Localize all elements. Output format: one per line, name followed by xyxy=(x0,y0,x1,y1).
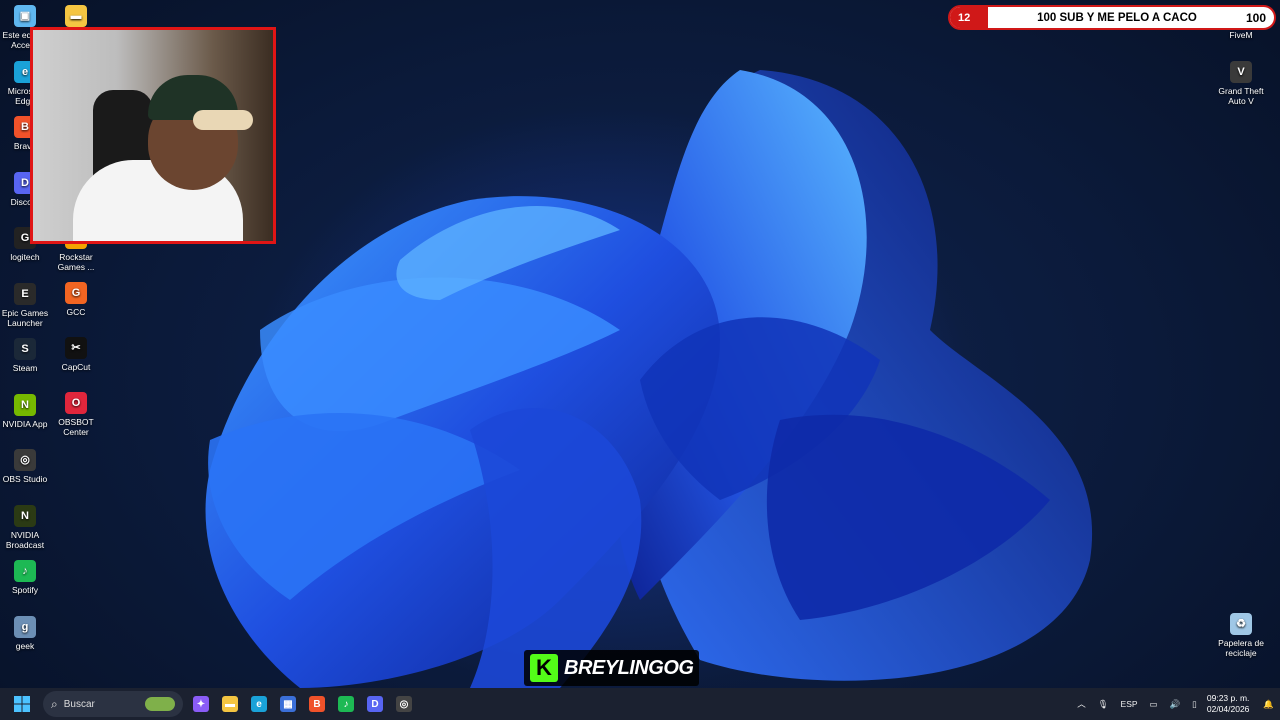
taskbar-app-store[interactable]: ▦ xyxy=(274,690,302,718)
desktop-icon-nvidia-app[interactable]: N NVIDIA App xyxy=(0,393,51,429)
windows-icon xyxy=(14,696,30,712)
desktop-icon-label: FiveM xyxy=(1229,30,1253,40)
epic-games-icon: E xyxy=(14,282,36,305)
sub-goal-bar: 12 100 SUB Y ME PELO A CACO 100 xyxy=(948,5,1276,30)
file-explorer-icon: ▬ xyxy=(222,696,238,712)
desktop-icon-obs-studio[interactable]: ◎ OBS Studio xyxy=(0,449,51,484)
desktop-icon-label: Rockstar Games ... xyxy=(57,252,95,272)
kick-logo-icon: K xyxy=(530,654,558,682)
obs-icon: ◎ xyxy=(396,696,412,712)
desktop-icon-label: GCC xyxy=(66,307,86,317)
notification-icon[interactable]: 🔔 xyxy=(1263,699,1274,710)
desktop-icon-label: Spotify xyxy=(12,585,38,595)
desktop-icon-gta-v[interactable]: V Grand Theft Auto V xyxy=(1215,61,1267,106)
search-icon: ⌕ xyxy=(51,696,58,711)
desktop-icon-gcc[interactable]: G GCC xyxy=(50,282,102,317)
taskbar-app-discord[interactable]: D xyxy=(361,690,389,718)
desktop-icon-label: Papelera de reciclaje xyxy=(1218,638,1264,658)
volume-icon[interactable]: 🔊 xyxy=(1170,699,1181,710)
webcam-overlay xyxy=(30,27,276,244)
geek-icon: g xyxy=(14,615,36,638)
streamer-name: BREYLINGOG xyxy=(564,656,694,679)
desktop-icon-epic-games[interactable]: E Epic Games Launcher xyxy=(0,282,51,328)
sub-goal-target: 100 xyxy=(1245,10,1266,25)
recycle-bin-icon: ♻ xyxy=(1230,613,1252,635)
desktop-icon-spotify[interactable]: ♪ Spotify xyxy=(0,560,51,595)
obs-studio-icon: ◎ xyxy=(14,449,36,471)
nvidia-broadcast-icon: N xyxy=(14,504,36,527)
desktop-icon-label: Steam xyxy=(12,363,38,373)
gcc-icon: G xyxy=(65,282,87,304)
spotify-icon: ♪ xyxy=(338,696,354,712)
desktop-icon-label: Epic Games Launcher xyxy=(1,307,49,328)
taskbar-app-edge[interactable]: e xyxy=(245,690,273,718)
network-icon[interactable]: ▭ xyxy=(1150,699,1158,710)
start-button[interactable] xyxy=(8,690,36,718)
microphone-icon[interactable]: 🎙 xyxy=(1098,699,1109,710)
desktop-icon-label: OBS Studio xyxy=(2,474,48,484)
discord-icon: D xyxy=(367,696,383,712)
steam-icon: S xyxy=(14,338,36,360)
streamer-tag: K BREYLINGOG xyxy=(524,650,699,686)
desktop-icon-nvidia-broadcast[interactable]: N NVIDIA Broadcast xyxy=(0,504,51,550)
language-indicator[interactable]: ESP xyxy=(1121,699,1138,709)
desktop-icon-label: Grand Theft Auto V xyxy=(1218,86,1264,106)
edge-icon: e xyxy=(251,696,267,712)
capcut-icon: ✂ xyxy=(65,337,87,359)
desktop-icon-label: NVIDIA App xyxy=(2,418,48,429)
desktop-icon-label: NVIDIA Broadcast xyxy=(5,529,45,550)
spotify-icon: ♪ xyxy=(14,560,36,582)
taskbar-app-brave[interactable]: B xyxy=(303,690,331,718)
sub-goal-current: 12 xyxy=(950,7,988,28)
battery-icon[interactable]: ▯ xyxy=(1192,699,1197,710)
desktop-icon-geek[interactable]: g geek xyxy=(0,615,51,651)
desktop-icon-label: CapCut xyxy=(61,362,91,372)
taskbar-app-spotify[interactable]: ♪ xyxy=(332,690,360,718)
brave-icon: B xyxy=(309,696,325,712)
this-pc-icon: ▣ xyxy=(14,5,36,27)
desktop-icon-label: geek xyxy=(15,640,35,651)
desktop-icon-label: OBSBOT Center xyxy=(58,417,94,437)
clock[interactable]: 09:23 p. m. 02/04/2026 xyxy=(1207,693,1250,715)
folder-icon: ▬ xyxy=(65,5,87,27)
store-icon: ▦ xyxy=(280,696,296,712)
taskbar-app-obs[interactable]: ◎ xyxy=(390,690,418,718)
taskbar-app-file-explorer[interactable]: ▬ xyxy=(216,690,244,718)
copilot-icon: ✦ xyxy=(193,696,209,712)
desktop-icon-recycle-bin[interactable]: ♻ Papelera de reciclaje xyxy=(1215,613,1267,658)
search-box[interactable]: ⌕ Buscar xyxy=(43,691,183,717)
desktop-icon-obsbot[interactable]: O OBSBOT Center xyxy=(50,392,102,437)
search-placeholder: Buscar xyxy=(63,698,95,710)
nvidia-app-icon: N xyxy=(14,393,36,416)
desktop-icon-steam[interactable]: S Steam xyxy=(0,338,51,373)
clock-time: 09:23 p. m. xyxy=(1206,693,1250,703)
taskbar: ⌕ Buscar ✦ ▬ e ▦ B ♪ D ◎ ︿ 🎙 ESP ▭ 🔊 ▯ 09:23 p.… xyxy=(0,688,1280,720)
gta-v-icon: V xyxy=(1230,61,1252,83)
obsbot-icon: O xyxy=(65,392,87,414)
tray-chevron-icon[interactable]: ︿ xyxy=(1077,698,1086,710)
desktop-icon-label: logitech xyxy=(10,252,40,262)
desktop-icon-capcut[interactable]: ✂ CapCut xyxy=(50,337,102,372)
search-highlight-icon xyxy=(145,697,175,711)
clock-date: 02/04/2026 xyxy=(1206,704,1250,714)
sub-goal-text: 100 SUB Y ME PELO A CACO xyxy=(1037,11,1197,24)
taskbar-app-copilot[interactable]: ✦ xyxy=(187,690,215,718)
system-tray: ︿ 🎙 ESP ▭ 🔊 ▯ 09:23 p. m. 02/04/2026 🔔 xyxy=(1071,688,1280,720)
